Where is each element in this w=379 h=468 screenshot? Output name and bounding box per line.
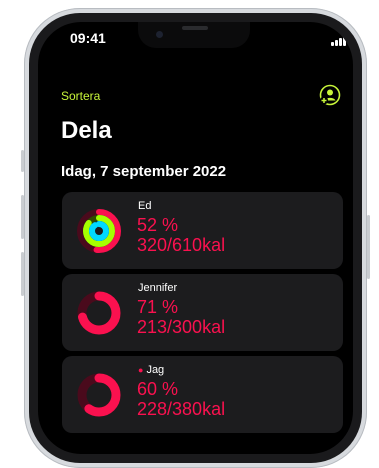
move-percent: 52 %	[137, 215, 179, 235]
person-add-icon[interactable]	[319, 84, 341, 106]
move-ring-icon	[77, 291, 121, 335]
friend-card-ed[interactable]: Ed 52 % 320/610kal	[62, 192, 343, 269]
move-percent: 71 %	[137, 297, 179, 317]
friend-card-jennifer[interactable]: Jennifer 71 % 213/300kal	[62, 274, 343, 351]
power-button	[367, 215, 370, 279]
move-calories: 213/300kal	[137, 317, 226, 337]
move-percent: 60 %	[137, 379, 179, 399]
move-ring-icon	[77, 373, 121, 417]
activity-rings-icon	[77, 209, 121, 253]
stand-ring	[89, 221, 109, 241]
move-calories: 320/610kal	[137, 235, 226, 255]
friend-card-jag[interactable]: ● Jag 60 % 228/380kal	[62, 356, 343, 433]
sort-button[interactable]: Sortera	[61, 89, 100, 103]
friend-name: Ed	[138, 200, 152, 212]
wifi-icon: ◔	[351, 31, 353, 45]
date-header: Idag, 7 september 2022	[61, 163, 227, 180]
screen: 09:41 ◔ Sortera Dela	[38, 22, 353, 454]
friend-name: Jennifer	[138, 282, 178, 294]
friend-name-text: Jag	[146, 364, 165, 376]
camera	[156, 31, 163, 38]
phone-bezel: 09:41 ◔ Sortera Dela	[29, 13, 362, 463]
move-calories: 228/380kal	[137, 399, 226, 419]
status-time: 09:41	[70, 30, 106, 46]
friend-name: ● Jag	[138, 364, 164, 376]
phone-frame: 09:41 ◔ Sortera Dela	[24, 8, 367, 468]
page-title: Dela	[61, 117, 112, 144]
notch	[138, 22, 250, 48]
self-indicator-icon: ●	[138, 365, 144, 375]
speaker	[182, 26, 208, 30]
